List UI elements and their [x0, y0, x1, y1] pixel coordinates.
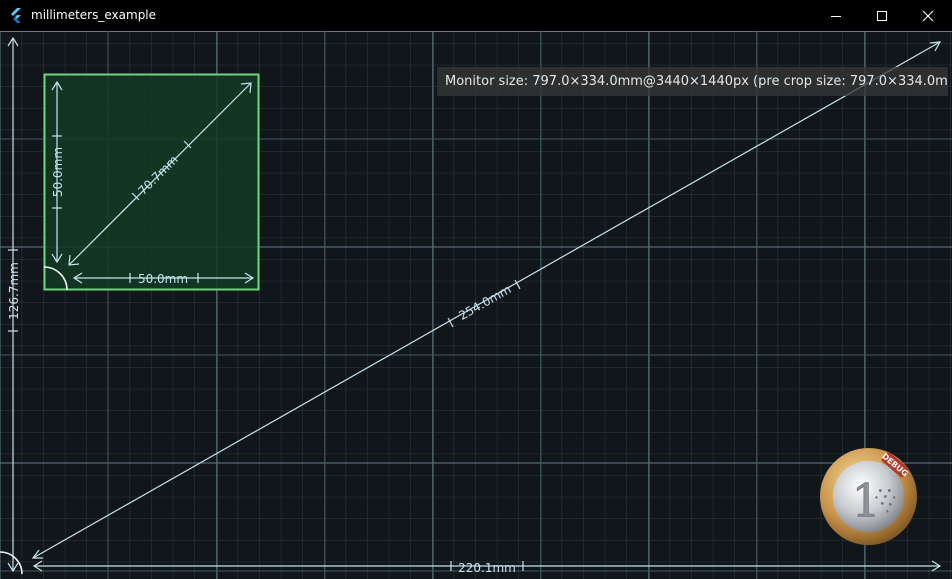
close-button[interactable] [905, 0, 951, 31]
screen-height-label: 126.7mm [7, 262, 21, 320]
one-euro-coin: 1 DEBUG [819, 447, 918, 546]
minimize-icon [831, 15, 841, 17]
maximize-button[interactable] [859, 0, 905, 31]
monitor-size-label: Monitor size: 797.0×334.0mm@3440×1440px … [437, 67, 948, 96]
maximize-icon [877, 10, 887, 21]
square-height-label: 50.0mm [51, 147, 65, 197]
minimize-button[interactable] [813, 0, 859, 31]
window-title: millimeters_example [31, 8, 157, 22]
screen-width-label: 220.1mm [458, 561, 516, 575]
measurement-scene: 50.0mm 50.0mm 70.7mm 126.7mm 220.1mm 254… [0, 31, 952, 579]
title-bar[interactable]: millimeters_example [0, 0, 952, 31]
svg-text:1: 1 [852, 474, 881, 527]
square-width-label: 50.0mm [138, 272, 188, 286]
millimeter-canvas: 50.0mm 50.0mm 70.7mm 126.7mm 220.1mm 254… [0, 31, 952, 579]
flutter-logo-icon [8, 7, 24, 23]
app-window: millimeters_example 50.0mm 50.0mm 70.7mm… [0, 0, 952, 579]
close-icon [922, 10, 934, 21]
